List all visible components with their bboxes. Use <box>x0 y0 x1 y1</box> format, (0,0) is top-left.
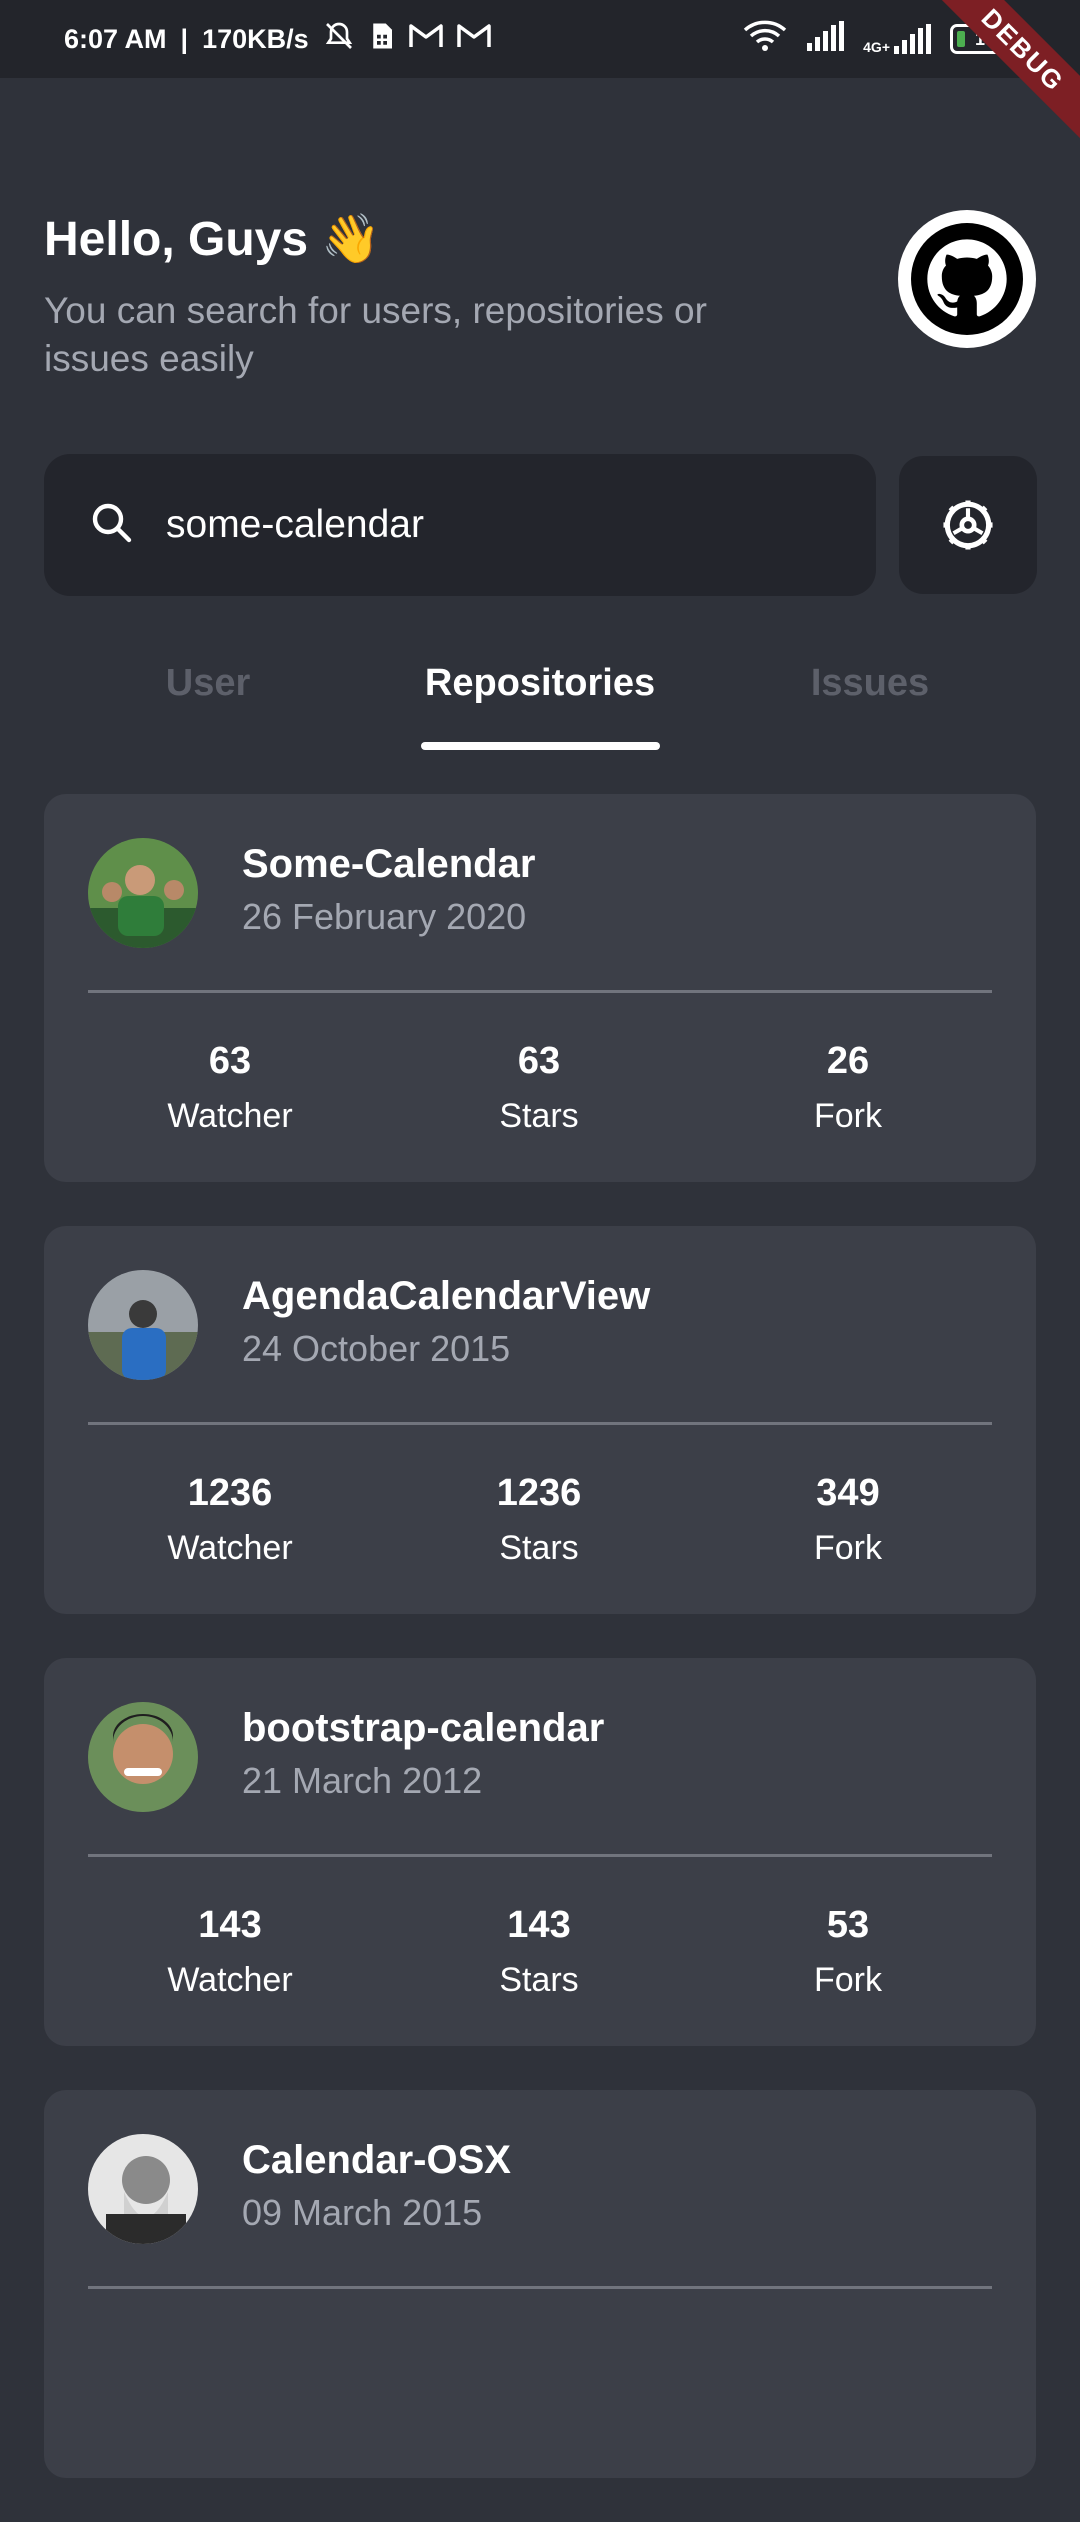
repository-date: 24 October 2015 <box>242 1328 511 1369</box>
status-left: 6:07 AM | 170KB/s <box>64 20 491 59</box>
search-icon <box>88 499 136 552</box>
status-speed: 170KB/s <box>202 23 309 54</box>
repository-date: 26 February 2020 <box>242 896 527 937</box>
status-time: 6:07 AM <box>64 23 167 54</box>
watcher-stat: 1236 Watcher <box>110 1472 350 1568</box>
signal-4g-icon: 4G+ <box>863 24 932 54</box>
repository-name: bootstrap-calendar <box>242 1706 605 1750</box>
card-divider <box>88 1422 992 1425</box>
github-avatar[interactable] <box>898 210 1036 348</box>
owner-avatar <box>88 838 198 948</box>
fork-stat: 349 Fork <box>728 1472 968 1568</box>
stars-stat: 143 Stars <box>419 1904 659 2000</box>
greeting-title: Hello, Guys 👋 <box>44 213 382 266</box>
status-bar: 6:07 AM | 170KB/s 4G+ 10 <box>0 0 1080 78</box>
owner-avatar <box>88 1270 198 1380</box>
greeting-subtitle: You can search for users, repositories o… <box>44 290 707 379</box>
settings-icon <box>943 500 993 550</box>
stars-label: Stars <box>499 1961 579 1999</box>
watcher-count: 143 <box>198 1904 262 1946</box>
fork-count: 26 <box>826 1040 870 1082</box>
fork-stat: 26 Fork <box>728 1040 968 1136</box>
gmail-icon <box>408 23 443 56</box>
stars-count: 63 <box>517 1040 561 1082</box>
tab-repositories[interactable]: Repositories <box>425 662 655 705</box>
fork-count: 349 <box>816 1472 880 1514</box>
repository-name: Some-Calendar <box>242 842 536 886</box>
github-icon <box>911 223 1023 335</box>
tab-user[interactable]: User <box>166 662 251 705</box>
signal-icon <box>805 20 845 58</box>
repository-name: AgendaCalendarView <box>242 1274 651 1318</box>
sim-icon <box>369 21 395 58</box>
fork-stat: 53 Fork <box>728 1904 968 2000</box>
watcher-label: Watcher <box>167 1097 293 1135</box>
watcher-label: Watcher <box>167 1529 293 1567</box>
settings-button[interactable] <box>899 456 1037 594</box>
repository-name: Calendar-OSX <box>242 2138 511 2182</box>
header: Hello, Guys 👋 You can search for users, … <box>44 210 844 383</box>
card-divider <box>88 990 992 993</box>
tab-indicator <box>421 742 660 750</box>
stars-count: 143 <box>507 1904 571 1946</box>
watcher-stat: 63 Watcher <box>110 1040 350 1136</box>
owner-avatar <box>88 1702 198 1812</box>
tab-bar: User Repositories Issues <box>0 640 1080 750</box>
repository-card[interactable]: Calendar-OSX 09 March 2015 <box>44 2090 1036 2478</box>
search-bar[interactable] <box>44 454 876 596</box>
search-input[interactable] <box>166 503 766 547</box>
stars-stat: 1236 Stars <box>419 1472 659 1568</box>
repository-card[interactable]: bootstrap-calendar 21 March 2012 143 Wat… <box>44 1658 1036 2046</box>
watcher-count: 63 <box>208 1040 252 1082</box>
tab-issues[interactable]: Issues <box>811 662 929 705</box>
fork-label: Fork <box>814 1097 882 1135</box>
gmail-icon <box>456 23 491 56</box>
owner-avatar <box>88 2134 198 2244</box>
bell-off-icon <box>323 20 355 59</box>
card-divider <box>88 2286 992 2289</box>
repository-list: Some-Calendar 26 February 2020 63 Watche… <box>44 794 1036 2522</box>
watcher-count: 1236 <box>187 1472 273 1514</box>
stars-count: 1236 <box>496 1472 582 1514</box>
watcher-stat: 143 Watcher <box>110 1904 350 2000</box>
fork-label: Fork <box>814 1961 882 1999</box>
repository-date: 09 March 2015 <box>242 2192 483 2233</box>
stars-stat: 63 Stars <box>419 1040 659 1136</box>
repository-card[interactable]: Some-Calendar 26 February 2020 63 Watche… <box>44 794 1036 1182</box>
stars-label: Stars <box>499 1529 579 1567</box>
card-divider <box>88 1854 992 1857</box>
stars-label: Stars <box>499 1097 579 1135</box>
wifi-icon <box>743 20 787 59</box>
repository-date: 21 March 2012 <box>242 1760 483 1801</box>
watcher-label: Watcher <box>167 1961 293 1999</box>
fork-count: 53 <box>826 1904 870 1946</box>
fork-label: Fork <box>814 1529 882 1567</box>
repository-card[interactable]: AgendaCalendarView 24 October 2015 1236 … <box>44 1226 1036 1614</box>
